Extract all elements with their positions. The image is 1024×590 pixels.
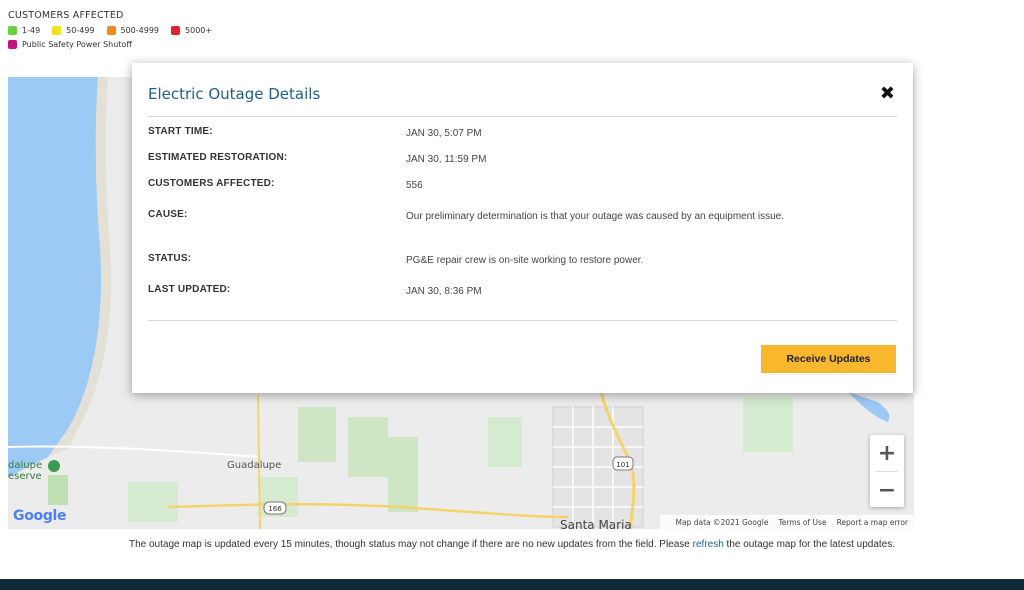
park [48,475,68,505]
field [743,397,793,452]
reservoir [848,392,890,422]
field [348,417,388,477]
field [388,437,418,512]
legend-title: CUSTOMERS AFFECTED [8,10,124,21]
map-label-guadalupe: Guadalupe [227,460,282,471]
map-label-santa-maria: Santa Maria [560,518,632,529]
legend-label: Public Safety Power Shutoff [22,40,132,49]
legend-item-1-49: 1-49 [8,26,40,35]
field [128,482,178,522]
legend-swatch [8,40,17,49]
park-pin-icon [48,460,60,472]
map-label-line: eserve [8,471,42,482]
detail-value: JAN 30, 11:59 PM [406,154,487,165]
divider [148,116,897,117]
zoom-out-button[interactable]: − [870,472,904,508]
legend-swatch [8,26,17,35]
detail-value: Our preliminary determination is that yo… [406,211,784,222]
outage-details-modal: Electric Outage Details ✖ START TIME: JA… [132,63,913,393]
note-text-before: The outage map is updated every 15 minut… [128,539,693,550]
legend-label: 50-499 [66,26,95,35]
route-label: 166 [268,505,282,513]
footer-bar [0,579,1024,590]
legend-item-5000-plus: 5000+ [171,26,212,35]
legend-label: 500-4999 [120,26,160,35]
note-text-after: the outage map for the latest updates. [723,539,896,550]
ocean [8,77,102,477]
receive-updates-button[interactable]: Receive Updates [761,345,896,373]
legend-label: 1-49 [22,26,41,35]
legend-swatch [52,26,62,35]
route-shield-166: 166 [263,501,287,515]
detail-value: JAN 30, 5:07 PM [406,128,482,139]
field [488,417,522,467]
map-label-line: dalupe [8,460,43,471]
route-shield-101: 101 [612,456,634,471]
legend-label: 5000+ [185,26,213,35]
terms-of-use-link[interactable]: Terms of Use [778,518,826,527]
refresh-link[interactable]: refresh [693,539,724,550]
route-label: 101 [616,461,629,469]
google-logo[interactable]: Google [13,508,67,524]
legend-row-psps: Public Safety Power Shutoff [8,40,224,49]
detail-label: ESTIMATED RESTORATION: [148,152,288,163]
detail-value: PG&E repair crew is on-site working to r… [406,255,644,266]
detail-row-last-updated: LAST UPDATED: JAN 30, 8:36 PM [148,284,786,300]
legend: CUSTOMERS AFFECTED 1-49 50-499 500-4999 … [8,10,224,49]
map-data-text: Map data ©2021 Google [675,517,769,527]
detail-row-status: STATUS: PG&E repair crew is on-site work… [148,253,786,269]
legend-item-psps: Public Safety Power Shutoff [8,40,132,49]
map-update-note: The outage map is updated every 15 minut… [0,537,1024,553]
detail-row-cause: CAUSE: Our preliminary determination is … [148,209,786,225]
detail-row-start-time: START TIME: JAN 30, 5:07 PM [148,126,786,142]
detail-label: CAUSE: [148,209,188,220]
legend-item-50-499: 50-499 [52,26,95,35]
legend-swatch [106,26,116,35]
modal-title: Electric Outage Details [148,85,321,103]
legend-row: 1-49 50-499 500-4999 5000+ [8,26,224,35]
detail-label: CUSTOMERS AFFECTED: [148,178,275,189]
detail-value: JAN 30, 8:36 PM [406,286,482,297]
detail-label: STATUS: [148,253,192,264]
legend-item-500-4999: 500-4999 [106,26,160,35]
detail-row-customers-affected: CUSTOMERS AFFECTED: 556 [148,178,786,194]
field [298,407,336,462]
detail-row-estimated-restoration: ESTIMATED RESTORATION: JAN 30, 11:59 PM [148,152,786,168]
map-attribution: Map data ©2021 Google Terms of Use Repor… [659,515,914,529]
zoom-in-button[interactable]: + [870,435,904,471]
zoom-control: + − [870,435,904,507]
detail-label: START TIME: [148,126,213,137]
divider [148,320,897,321]
legend-swatch [171,26,181,35]
report-map-error-link[interactable]: Report a map error [837,518,908,527]
detail-label: LAST UPDATED: [148,284,231,295]
close-icon[interactable]: ✖ [880,83,895,104]
highway-166 [167,502,569,519]
map-label-reserve: dalupe eserve [8,460,42,482]
detail-value: 556 [406,180,423,191]
